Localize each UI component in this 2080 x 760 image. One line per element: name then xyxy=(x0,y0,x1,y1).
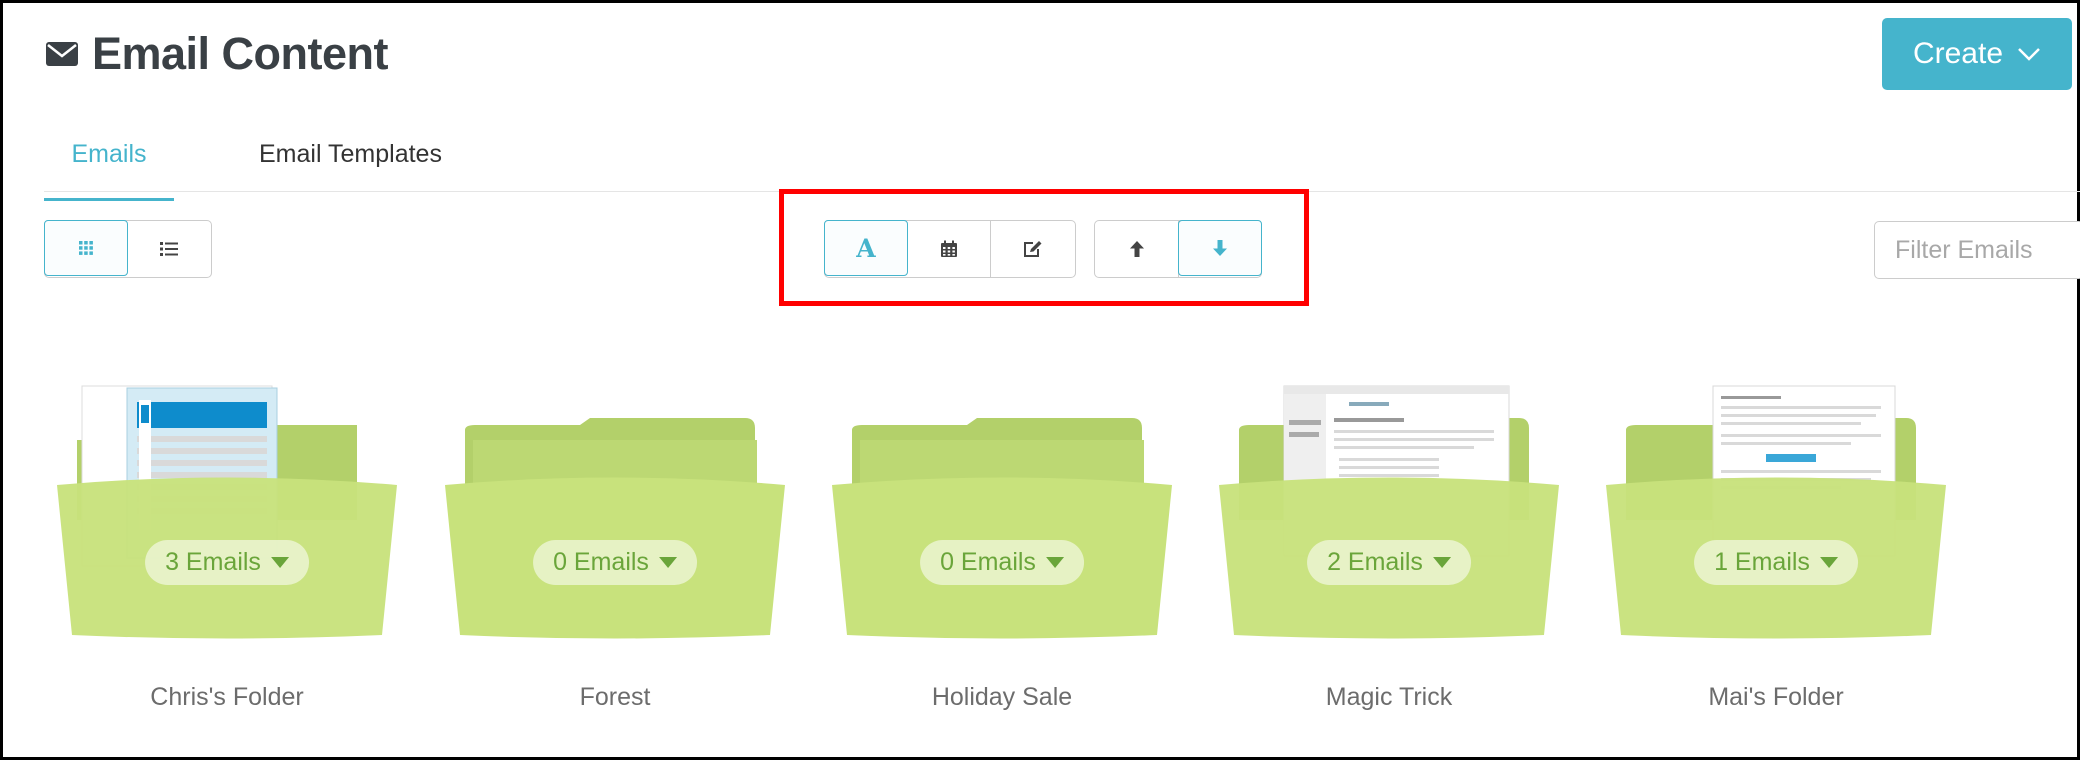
folder-icon xyxy=(1219,385,1559,639)
caret-down-icon xyxy=(270,557,289,568)
create-button[interactable]: Create xyxy=(1882,18,2072,90)
folder-card[interactable]: 1 Emails Mai's Folder xyxy=(1606,380,1946,720)
content-tabs: Emails Email Templates xyxy=(44,130,2080,201)
highlight-box xyxy=(779,189,1309,306)
list-icon xyxy=(160,242,178,256)
folder-icon xyxy=(445,418,785,639)
create-button-label: Create xyxy=(1912,37,2004,70)
grid-icon xyxy=(79,241,93,255)
filter-emails-input[interactable] xyxy=(1874,221,2080,279)
email-count-badge: 3 Emails xyxy=(145,540,309,585)
caret-down-icon xyxy=(1045,557,1064,568)
email-count-badge: 0 Emails xyxy=(920,540,1084,585)
tab-email-templates[interactable]: Email Templates xyxy=(259,140,442,189)
caret-down-icon xyxy=(658,557,677,568)
folder-name: Forest xyxy=(579,683,651,711)
view-toggle xyxy=(44,220,212,278)
email-count-label: 3 Emails xyxy=(165,548,261,576)
chevron-down-icon xyxy=(2018,48,2040,61)
email-count-badge: 0 Emails xyxy=(533,540,697,585)
folder-name: Magic Trick xyxy=(1325,683,1453,711)
email-count-label: 2 Emails xyxy=(1327,548,1423,576)
folder-icon xyxy=(57,385,397,639)
folder-name: Chris's Folder xyxy=(150,683,304,711)
email-count-badge: 2 Emails xyxy=(1307,540,1471,585)
email-count-label: 0 Emails xyxy=(940,548,1036,576)
page-title: Email Content xyxy=(92,28,389,79)
folder-card[interactable]: 0 Emails Holiday Sale xyxy=(832,380,1172,720)
caret-down-icon xyxy=(1432,557,1451,568)
folder-icon xyxy=(1606,385,1946,639)
email-count-badge: 1 Emails xyxy=(1694,540,1858,585)
folder-icon xyxy=(832,418,1172,639)
folder-card[interactable]: 2 Emails Magic Trick xyxy=(1219,380,1559,720)
caret-down-icon xyxy=(1819,557,1838,568)
tab-emails[interactable]: Emails xyxy=(44,140,174,201)
folder-card[interactable]: 3 Emails Chris's Folder xyxy=(57,380,397,720)
folder-name: Holiday Sale xyxy=(931,683,1073,711)
page-header: Email Content xyxy=(46,28,389,80)
email-count-label: 1 Emails xyxy=(1714,548,1810,576)
envelope-icon xyxy=(46,42,78,66)
folder-name: Mai's Folder xyxy=(1708,683,1844,711)
grid-view-button[interactable] xyxy=(44,220,128,276)
email-count-label: 0 Emails xyxy=(553,548,649,576)
list-view-button[interactable] xyxy=(127,221,211,277)
folder-card[interactable]: 0 Emails Forest xyxy=(445,380,785,720)
